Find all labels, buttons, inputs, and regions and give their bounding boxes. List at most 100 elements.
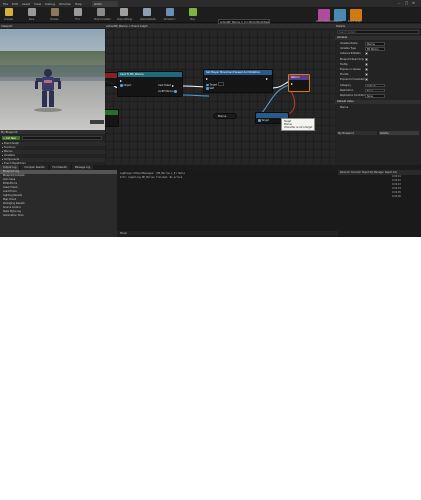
find-icon (73, 8, 82, 16)
checkbox[interactable] (365, 78, 368, 82)
detail-field[interactable]: BP Marine (365, 47, 385, 51)
viewport-tab[interactable]: Viewport (0, 24, 105, 28)
checkbox[interactable] (365, 52, 368, 56)
default-value-header[interactable]: Default Value (335, 100, 421, 104)
return-target-pin[interactable]: Target (258, 119, 269, 122)
detail-value[interactable] (365, 62, 368, 67)
toolbar-button-save[interactable]: Save (25, 8, 38, 22)
toolbar-label: Compile (4, 18, 13, 21)
mode-label: Class Defaults (316, 20, 332, 23)
marine-character (34, 69, 62, 112)
toolbar-button-find[interactable]: Find (71, 8, 84, 22)
cast-failed-pin[interactable]: Cast Failed (158, 84, 175, 87)
detail-label: Expose on Spawn (340, 68, 362, 71)
menu-item-edit[interactable]: Edit (12, 2, 18, 6)
set-player-movement-node[interactable]: Set Player Movement Speed And Rotation T… (203, 69, 273, 93)
as-bp-marine-label: As BP Marine (158, 90, 174, 93)
detail-row: Tooltip (335, 62, 421, 68)
detail-label: Variable Name (340, 42, 358, 45)
detail-field[interactable]: Default (365, 83, 385, 88)
detail-value[interactable] (365, 73, 368, 77)
menu-item-help[interactable]: Help (75, 2, 82, 6)
target-pin[interactable]: Target (206, 82, 224, 87)
lower-tab-palette[interactable]: Palette (379, 131, 419, 135)
return-node-title: Return (289, 75, 309, 80)
simulation-icon (165, 8, 174, 16)
self-pin[interactable]: Self (206, 87, 214, 90)
detail-value[interactable] (365, 68, 368, 72)
detail-label: Replication Condition (340, 94, 366, 97)
log-category-item[interactable]: Automation Tools (0, 214, 117, 218)
detail-value[interactable]: Marine (365, 42, 385, 47)
toolbar-button-class-defaults[interactable]: Class Defaults (140, 8, 156, 22)
details-tab[interactable]: Details (335, 24, 421, 28)
close-icon[interactable]: ✕ (412, 1, 415, 5)
menu-item-asset[interactable]: Asset (22, 2, 30, 6)
detail-row: Category Default (335, 83, 421, 89)
viewport[interactable] (0, 29, 105, 130)
menu-item-window[interactable]: Window (59, 2, 71, 6)
detail-label: Tooltip (340, 62, 348, 66)
toolbar-button-simulation[interactable]: Simulation (163, 8, 176, 22)
menu-item-view[interactable]: View (34, 2, 41, 6)
object-pin[interactable]: Object (120, 84, 131, 87)
menu-item-file[interactable]: File (3, 2, 8, 6)
exec-in-pin-2[interactable] (206, 77, 209, 80)
maximize-icon[interactable]: □ (405, 1, 408, 5)
menu-bar: File Edit Asset View Debug Window Help (0, 0, 421, 7)
detail-value[interactable]: BP Marine (365, 47, 385, 52)
event-graph[interactable]: Cast To BP_Marine Object Cast Failed As … (105, 29, 335, 165)
detail-label: Category (340, 83, 351, 87)
log-category-list: Blueprint Log Blueprint Compile Auto Save E… (0, 170, 117, 237)
detail-value[interactable]: None (365, 88, 385, 94)
toolbar-button-play[interactable]: Play (186, 8, 199, 22)
graph-tab[interactable]: ActionBP_Marine > Event Graph (105, 24, 335, 28)
exec-out-pin[interactable] (266, 77, 269, 80)
toolbar-button-compile[interactable]: Compile (2, 8, 15, 22)
add-new-button[interactable]: + Add New (2, 136, 20, 140)
return-node[interactable]: Return (288, 74, 310, 92)
minimize-icon[interactable]: – (398, 1, 400, 5)
detail-field[interactable]: None (365, 94, 385, 98)
toolbar-label: Class Defaults (140, 18, 156, 21)
my-blueprint-header[interactable]: My Blueprint (0, 130, 105, 134)
detail-field[interactable]: Marine (365, 42, 385, 46)
target-field[interactable] (217, 82, 224, 86)
marine-variable-node[interactable]: Marine (213, 113, 237, 119)
checkbox[interactable] (365, 73, 368, 77)
viewport-options[interactable] (90, 120, 104, 124)
detail-value[interactable] (365, 57, 368, 62)
variable-section-header[interactable]: Variable (335, 36, 421, 40)
function-node-partial[interactable] (105, 109, 119, 127)
detail-row: Variable Type BP Marine (335, 47, 421, 52)
cast-node-title: Cast To BP_Marine (118, 72, 182, 77)
details-search-input[interactable]: Search Details (337, 30, 419, 34)
exec-in-pin[interactable] (120, 79, 123, 82)
detail-label: Private (340, 73, 349, 77)
detail-label: Instance Editable (340, 52, 361, 56)
detail-value[interactable] (365, 52, 368, 56)
toolbar-button-class-settings[interactable]: Class Settings (117, 8, 133, 22)
detail-row: Instance Editable (335, 52, 421, 57)
cast-failed-label: Cast Failed (158, 84, 172, 87)
toolbar-button-browse[interactable]: Browse (48, 8, 61, 22)
detail-field[interactable]: None (365, 88, 385, 93)
checkbox[interactable] (365, 62, 368, 66)
toolbar-button-hide-unrelated[interactable]: Hide Unrelated (94, 8, 110, 22)
menu-item-debug[interactable]: Debug (45, 2, 55, 6)
checkbox[interactable] (365, 57, 368, 61)
mode-label: Viewport (332, 20, 342, 23)
lower-tab-my-blueprint[interactable]: My Blueprint (337, 131, 377, 135)
as-bp-marine-pin[interactable]: As BP Marine (158, 90, 178, 93)
detail-value[interactable]: Default (365, 83, 385, 89)
blueprint-search-input[interactable] (22, 136, 102, 140)
browse-icon (50, 8, 59, 16)
checkbox[interactable] (365, 68, 368, 71)
cast-to-bp-marine-node[interactable]: Cast To BP_Marine Object Cast Failed As … (117, 71, 183, 97)
return-exec-pin[interactable] (291, 82, 294, 85)
detail-value[interactable] (365, 78, 368, 82)
detail-value[interactable]: None (365, 94, 385, 99)
detail-row: Expose on Spawn (335, 68, 421, 73)
toolbar-label: Class Settings (117, 18, 133, 21)
toolbar-label: Browse (50, 18, 59, 21)
